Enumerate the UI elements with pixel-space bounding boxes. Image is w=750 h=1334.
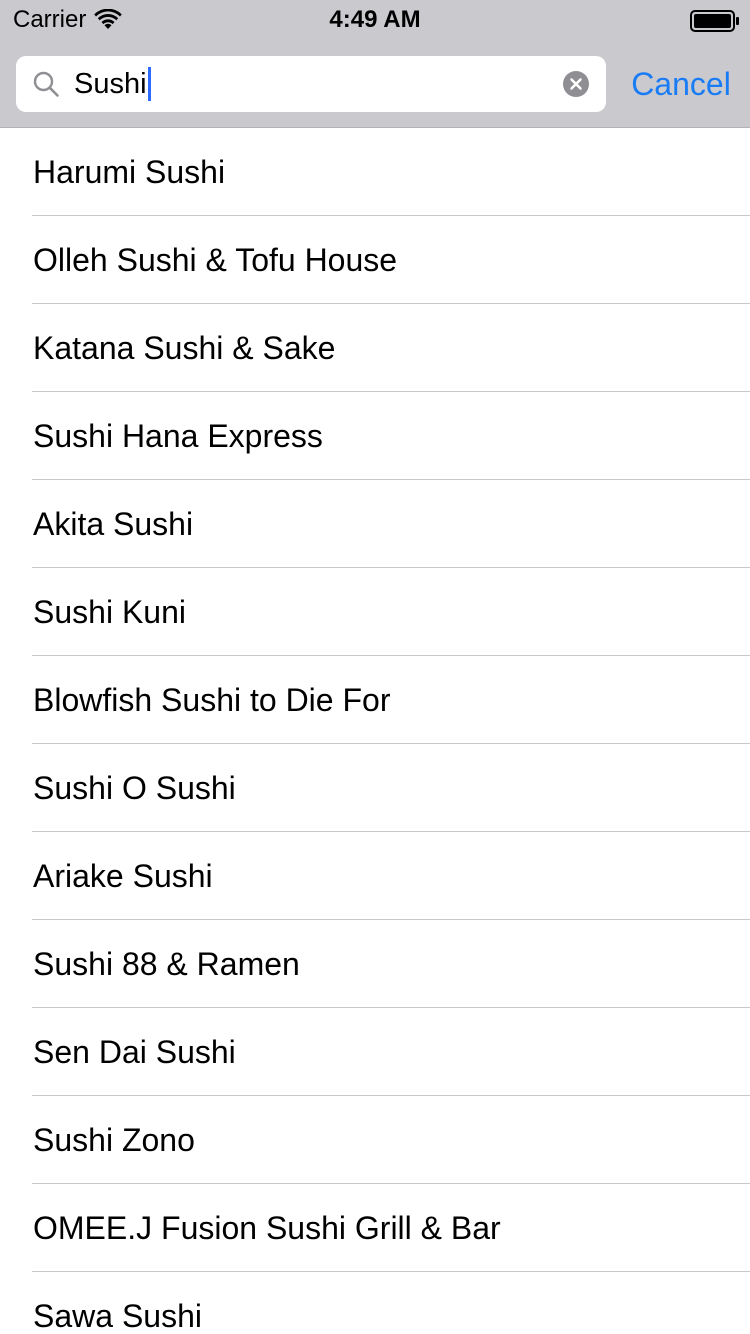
result-item[interactable]: Sushi Kuni [0, 568, 750, 656]
search-icon [33, 71, 59, 97]
result-item[interactable]: Sushi O Sushi [0, 744, 750, 832]
search-screen: Carrier 4:49 AM Sushi Cancel Harumi Sush… [0, 0, 750, 1334]
result-item[interactable]: Harumi Sushi [0, 128, 750, 216]
result-item[interactable]: OMEE.J Fusion Sushi Grill & Bar [0, 1184, 750, 1272]
result-item[interactable]: Sen Dai Sushi [0, 1008, 750, 1096]
result-item[interactable]: Olleh Sushi & Tofu House [0, 216, 750, 304]
text-caret [147, 67, 151, 101]
result-item[interactable]: Sushi Hana Express [0, 392, 750, 480]
search-input[interactable]: Sushi [74, 65, 151, 103]
battery-icon [690, 10, 739, 32]
result-item[interactable]: Akita Sushi [0, 480, 750, 568]
result-item[interactable]: Sushi Zono [0, 1096, 750, 1184]
result-item[interactable]: Ariake Sushi [0, 832, 750, 920]
result-item[interactable]: Blowfish Sushi to Die For [0, 656, 750, 744]
search-results-list: Harumi Sushi Olleh Sushi & Tofu House Ka… [0, 128, 750, 1334]
search-header: Carrier 4:49 AM Sushi Cancel [0, 0, 750, 128]
status-time: 4:49 AM [329, 6, 421, 33]
result-item[interactable]: Katana Sushi & Sake [0, 304, 750, 392]
cancel-button[interactable]: Cancel [620, 56, 742, 112]
result-item[interactable]: Sawa Sushi [0, 1272, 750, 1334]
clear-text-icon[interactable] [562, 70, 590, 98]
status-bar: Carrier 4:49 AM [0, 0, 750, 40]
search-input-value: Sushi [74, 68, 147, 100]
search-bar: Sushi Cancel [0, 56, 750, 112]
search-field[interactable]: Sushi [16, 56, 606, 112]
result-item[interactable]: Sushi 88 & Ramen [0, 920, 750, 1008]
